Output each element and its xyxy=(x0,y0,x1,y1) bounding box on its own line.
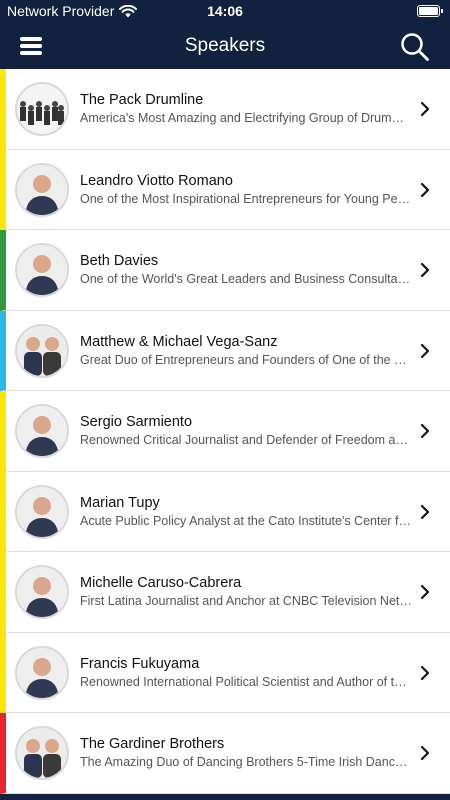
app-header: Network Provider 14:06 Speakers xyxy=(0,0,450,69)
chevron-right-icon xyxy=(420,745,430,761)
speaker-avatar xyxy=(15,162,69,217)
nav-bar: Speakers xyxy=(0,24,450,69)
speaker-description: Renowned Critical Journalist and Defende… xyxy=(80,433,413,447)
speaker-avatar xyxy=(15,404,69,458)
speaker-avatar xyxy=(15,726,69,780)
speaker-avatar xyxy=(15,82,69,136)
battery-icon xyxy=(417,5,443,17)
speaker-name: The Gardiner Brothers xyxy=(80,736,225,752)
speaker-row[interactable]: The Pack Drumline America's Most Amazing … xyxy=(0,69,450,150)
speaker-avatar xyxy=(15,645,69,700)
speaker-row[interactable]: Leandro Viotto Romano One of the Most Ins… xyxy=(0,149,450,230)
chevron-right-icon xyxy=(420,182,430,197)
speaker-name: Marian Tupy xyxy=(80,494,160,511)
speaker-avatar xyxy=(15,243,69,297)
speaker-row[interactable]: Francis Fukuyama Renowned International P… xyxy=(0,632,450,713)
speaker-avatar xyxy=(15,484,69,539)
page-title: Speakers xyxy=(184,35,266,56)
speaker-description: First Latina Journalist and Anchor at CN… xyxy=(80,594,413,608)
speaker-name: Michelle Caruso-Cabrera xyxy=(80,575,242,591)
speaker-row[interactable]: Sergio Sarmiento Renowned Critical Journa… xyxy=(0,391,450,472)
speaker-description: Renowned International Political Scienti… xyxy=(80,674,413,689)
chevron-right-icon xyxy=(420,101,430,117)
speaker-row[interactable]: Matthew & Michael Vega-Sanz Great Duo of … xyxy=(0,310,450,391)
chevron-right-icon xyxy=(420,504,430,519)
speaker-name: Beth Davies xyxy=(80,253,159,269)
chevron-right-icon xyxy=(420,343,430,358)
speaker-description: Acute Public Policy Analyst at the Cato … xyxy=(80,513,413,528)
speaker-description: One of the Most Inspirational Entreprene… xyxy=(80,191,413,206)
speaker-avatar xyxy=(15,565,69,619)
speaker-list: The Pack Drumline America's Most Amazing … xyxy=(0,69,450,794)
speaker-name: The Pack Drumline xyxy=(80,92,204,108)
speaker-row[interactable]: Michelle Caruso-Cabrera First Latina Jour… xyxy=(0,552,450,633)
speaker-row[interactable]: Beth Davies One of the World's Great Lead… xyxy=(0,230,450,311)
status-time: 14:06 xyxy=(207,3,243,19)
speaker-row[interactable]: Marian Tupy Acute Public Policy Analyst a… xyxy=(0,471,450,552)
bottom-bar xyxy=(0,794,450,800)
search-icon[interactable] xyxy=(400,32,430,62)
chevron-right-icon xyxy=(420,262,430,278)
status-bar: Network Provider 14:06 xyxy=(0,0,450,24)
speaker-description: America's Most Amazing and Electrifying … xyxy=(80,111,413,125)
chevron-right-icon xyxy=(420,665,430,680)
speaker-description: One of the World's Great Leaders and Bus… xyxy=(80,272,413,286)
chevron-right-icon xyxy=(420,423,430,439)
chevron-right-icon xyxy=(420,584,430,600)
speaker-name: Francis Fukuyama xyxy=(80,655,200,672)
speaker-row[interactable]: The Gardiner Brothers The Amazing Duo of … xyxy=(0,713,450,794)
speaker-name: Sergio Sarmiento xyxy=(80,414,193,430)
speaker-name: Matthew & Michael Vega-Sanz xyxy=(80,333,278,350)
speaker-description: The Amazing Duo of Dancing Brothers 5-Ti… xyxy=(80,755,413,769)
speaker-avatar xyxy=(15,323,69,378)
speaker-description: Great Duo of Entrepreneurs and Founders … xyxy=(80,352,413,367)
speaker-name: Leandro Viotto Romano xyxy=(80,172,233,189)
